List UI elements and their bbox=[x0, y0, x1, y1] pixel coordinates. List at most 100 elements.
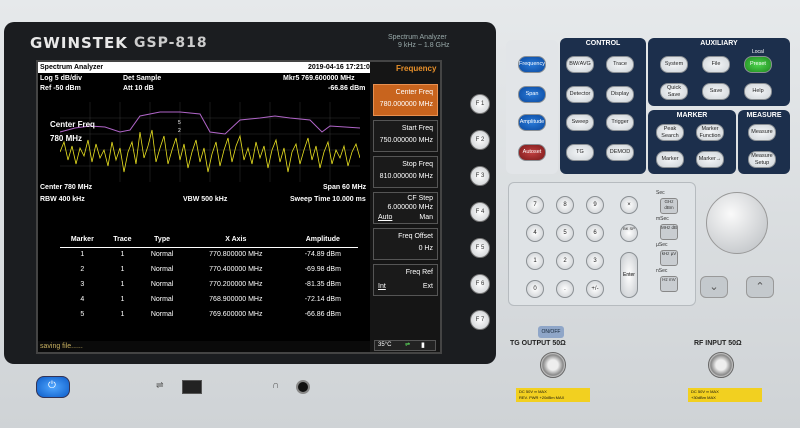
quick-save-button[interactable]: Quick Save bbox=[660, 83, 688, 100]
display-button[interactable]: Display bbox=[606, 86, 634, 103]
preset-button[interactable]: Preset bbox=[744, 56, 772, 73]
table-cell: 1 bbox=[120, 266, 125, 273]
f2-key[interactable]: F 2 bbox=[470, 130, 490, 150]
key-9[interactable]: 9 bbox=[586, 196, 604, 214]
softkey-stop-freq[interactable]: Stop Freq 810.000000 MHz bbox=[373, 156, 438, 188]
key-decimal[interactable]: . bbox=[556, 280, 574, 298]
table-cell: Normal bbox=[150, 311, 174, 318]
table-cell: 768.900000 MHz bbox=[209, 296, 263, 303]
table-cell: -66.86 dBm bbox=[304, 311, 341, 318]
table-cell: Normal bbox=[150, 296, 174, 303]
bw-avg-button[interactable]: BW/AVG bbox=[566, 56, 594, 73]
key-2[interactable]: 2 bbox=[556, 252, 574, 270]
softkey-cf-step[interactable]: CF Step 6.000000 MHz Auto Man bbox=[373, 192, 438, 224]
table-cell: 3 bbox=[80, 281, 85, 288]
f5-key[interactable]: F 5 bbox=[470, 238, 490, 258]
headphone-jack[interactable] bbox=[296, 380, 310, 394]
table-header: Amplitude bbox=[287, 232, 358, 248]
table-header: Trace bbox=[104, 232, 141, 248]
file-button[interactable]: File bbox=[702, 56, 730, 73]
table-cell: Normal bbox=[150, 266, 174, 273]
table-cell: 1 bbox=[120, 311, 125, 318]
tg-output-connector[interactable] bbox=[540, 352, 566, 378]
model-range: 9 kHz ~ 1.8 GHz bbox=[398, 42, 450, 49]
key-6[interactable]: 6 bbox=[586, 224, 604, 242]
sweep-button[interactable]: Sweep bbox=[566, 114, 594, 131]
key-7[interactable]: 7 bbox=[526, 196, 544, 214]
tg-button[interactable]: TG bbox=[566, 144, 594, 161]
amplitude-button[interactable]: Amplitude bbox=[518, 114, 546, 131]
attenuation: Att 10 dB bbox=[123, 85, 154, 92]
save-button[interactable]: Save bbox=[702, 83, 730, 100]
help-button[interactable]: Help bbox=[744, 83, 772, 100]
softkey-freq-offset[interactable]: Freq Offset 0 Hz bbox=[373, 228, 438, 260]
table-cell: 1 bbox=[120, 281, 125, 288]
unit-title-msec: mSec bbox=[656, 216, 669, 222]
rf-input-connector[interactable] bbox=[708, 352, 734, 378]
status-icons: 35°C ⇌ ▮ bbox=[374, 340, 436, 351]
tg-warning-label: DC 50V ═ MAX REV. PWR +20dBm MAX bbox=[516, 388, 590, 402]
detector-button[interactable]: Detector bbox=[566, 86, 594, 103]
tg-output-label: TG OUTPUT 50Ω bbox=[510, 340, 566, 347]
arrow-up-key[interactable]: ⌃ bbox=[746, 276, 774, 298]
table-cell: Normal bbox=[150, 251, 174, 259]
key-plus-minus[interactable]: +/- bbox=[586, 280, 604, 298]
key-3[interactable]: 3 bbox=[586, 252, 604, 270]
key-clear[interactable]: × bbox=[620, 196, 638, 214]
autoset-button[interactable]: Autoset bbox=[518, 144, 546, 161]
table-cell: 770.800000 MHz bbox=[209, 251, 263, 259]
unit-khz-key[interactable]: kHz µV bbox=[660, 250, 678, 266]
key-4[interactable]: 4 bbox=[526, 224, 544, 242]
trigger-button[interactable]: Trigger bbox=[606, 114, 634, 131]
center-label: Center 780 MHz bbox=[40, 184, 93, 191]
instrument-front-panel: GWINSTEK GSP-818 Spectrum Analyzer 9 kHz… bbox=[0, 0, 800, 428]
unit-mhz-key[interactable]: MHz dB bbox=[660, 224, 678, 240]
f7-key[interactable]: F 7 bbox=[470, 310, 490, 330]
f1-key[interactable]: F 1 bbox=[470, 94, 490, 114]
softkey-start-freq[interactable]: Start Freq 750.000000 MHz bbox=[373, 120, 438, 152]
key-1[interactable]: 1 bbox=[526, 252, 544, 270]
table-row: 2 1 Normal 770.400000 MHz -69.98 dBm bbox=[60, 262, 358, 277]
system-button[interactable]: System bbox=[660, 56, 688, 73]
measure-setup-button[interactable]: Measure Setup bbox=[748, 151, 776, 168]
arrow-down-key[interactable]: ⌄ bbox=[700, 276, 728, 298]
backspace-key[interactable]: BK SP bbox=[620, 224, 638, 242]
softkey-center-freq[interactable]: Center Freq 780.000000 MHz bbox=[373, 84, 438, 116]
enter-key[interactable]: Enter bbox=[620, 252, 638, 298]
datetime: 2019-04-16 17:21:03 bbox=[308, 64, 374, 71]
key-8[interactable]: 8 bbox=[556, 196, 574, 214]
measure-button[interactable]: Measure bbox=[748, 124, 776, 141]
brand-logo: GWINSTEK bbox=[30, 34, 128, 52]
lcd-screen: Spectrum Analyzer 2019-04-16 17:21:03 Lo… bbox=[36, 60, 442, 354]
f4-key[interactable]: F 4 bbox=[470, 202, 490, 222]
f3-key[interactable]: F 3 bbox=[470, 166, 490, 186]
table-cell: 770.200000 MHz bbox=[209, 281, 263, 288]
usb-icon: ⇌ bbox=[405, 342, 411, 348]
span-button[interactable]: Span bbox=[518, 86, 546, 103]
usb-port[interactable] bbox=[182, 380, 202, 394]
rotary-knob[interactable] bbox=[706, 192, 768, 254]
marker-function-button[interactable]: Marker Function bbox=[696, 124, 724, 141]
unit-hz-key[interactable]: Hz mV bbox=[660, 276, 678, 292]
marker-button[interactable]: Marker bbox=[656, 151, 684, 168]
tg-on-off-button[interactable]: ON/OFF bbox=[538, 326, 564, 338]
measure-title: MEASURE bbox=[746, 112, 782, 119]
model-name: GSP-818 bbox=[134, 35, 208, 51]
demod-button[interactable]: DEMOD bbox=[606, 144, 634, 161]
marker-to-button[interactable]: Marker→ bbox=[696, 151, 724, 168]
f6-key[interactable]: F 6 bbox=[470, 274, 490, 294]
peak-search-button[interactable]: Peak Search bbox=[656, 124, 684, 141]
softkey-freq-ref[interactable]: Freq Ref Int Ext bbox=[373, 264, 438, 296]
table-header: Type bbox=[140, 232, 185, 248]
unit-ghz-key[interactable]: GHz dBm bbox=[660, 198, 678, 214]
key-0[interactable]: 0 bbox=[526, 280, 544, 298]
table-cell: 1 bbox=[120, 251, 125, 259]
key-5[interactable]: 5 bbox=[556, 224, 574, 242]
screen-title-bar: Spectrum Analyzer 2019-04-16 17:21:03 bbox=[38, 62, 374, 73]
frequency-button[interactable]: Frequency bbox=[518, 56, 546, 73]
status-text: saving file...... bbox=[40, 343, 83, 350]
trace-button[interactable]: Trace bbox=[606, 56, 634, 73]
ref-level: Ref -50 dBm bbox=[40, 85, 81, 92]
table-cell: -72.14 dBm bbox=[304, 296, 341, 303]
table-cell: -69.98 dBm bbox=[304, 266, 341, 273]
